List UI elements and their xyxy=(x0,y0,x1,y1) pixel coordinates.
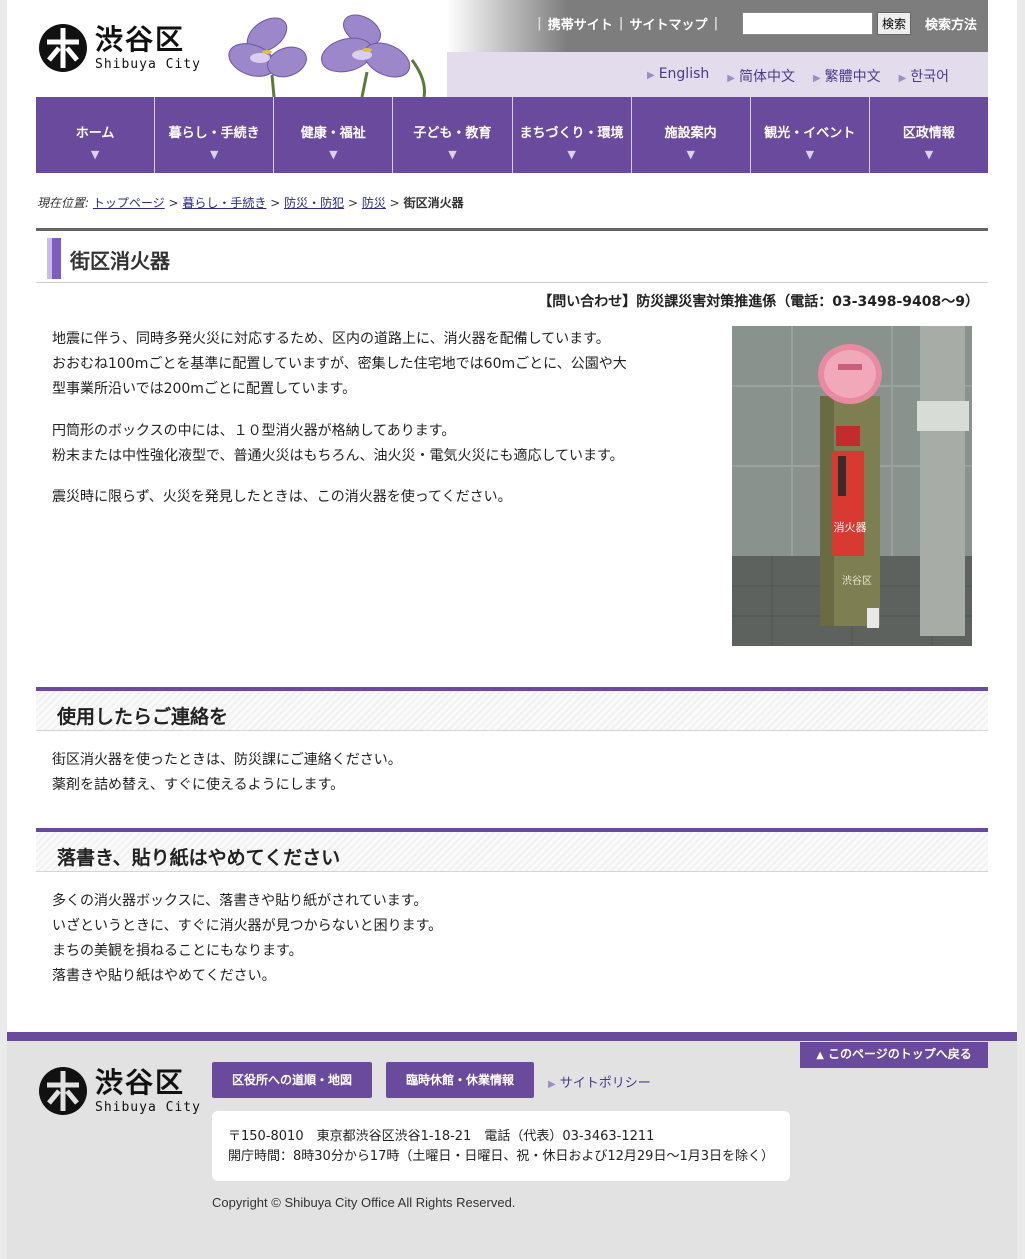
chevron-down-icon: ▼ xyxy=(448,148,457,161)
chevron-down-icon: ▼ xyxy=(209,148,219,161)
page-title: 街区消火器 xyxy=(70,249,170,273)
breadcrumb-living[interactable]: 暮らし・手続き xyxy=(182,196,266,210)
office-hours: 開庁時間：8時30分から17時（土曜日・日曜日、祝・休日および12月29日～1月… xyxy=(228,1149,774,1164)
global-nav: ホーム ▼ 暮らし・手続き ▼ 健康・福祉 ▼ 子ども・教育 ▼ まちづくり・環境 ▼ 施… xyxy=(36,97,988,173)
copyright: Copyright © Shibuya City Office All Righ… xyxy=(212,1195,516,1210)
closure-info-button[interactable]: 臨時休館・休業情報 xyxy=(386,1062,534,1098)
footer-logo-english: Shibuya City xyxy=(95,1099,201,1115)
back-to-top-button[interactable]: ▲ このページのトップへ戻る xyxy=(800,1042,988,1068)
sitemap-link[interactable]: サイトマップ xyxy=(630,14,708,33)
nav-health[interactable]: 健康・福祉 ▼ xyxy=(274,97,394,173)
triangle-right-icon: ▶ xyxy=(812,73,821,84)
triangle-up-icon: ▲ xyxy=(816,1050,824,1061)
nav-living[interactable]: 暮らし・手続き ▼ xyxy=(155,97,275,173)
triangle-right-icon: ▶ xyxy=(647,70,655,81)
breadcrumb-disaster[interactable]: 防災 xyxy=(362,196,386,210)
search-help-link[interactable]: 検索方法 xyxy=(925,14,977,33)
triangle-right-icon: ▶ xyxy=(548,1079,556,1090)
chevron-down-icon: ▼ xyxy=(90,148,100,161)
language-links: ▶ English ▶ 简体中文 ▶ 繁體中文 ▶ 한국어 xyxy=(647,66,967,86)
directions-map-button[interactable]: 区役所への道順・地図 xyxy=(212,1062,372,1098)
nav-tourism[interactable]: 観光・イベント ▼ xyxy=(751,97,870,173)
logo-japanese: 渋谷区 xyxy=(95,22,186,56)
nav-home[interactable]: ホーム ▼ xyxy=(36,97,156,173)
chevron-down-icon: ▼ xyxy=(567,148,576,161)
chevron-down-icon: ▼ xyxy=(686,148,695,161)
nav-children[interactable]: 子ども・教育 ▼ xyxy=(393,97,513,173)
section-body-graffiti: 多くの消火器ボックスに、落書きや貼り紙がされています。 いざというときに、すぐに… xyxy=(52,893,443,984)
lang-english[interactable]: ▶ English xyxy=(647,66,709,86)
breadcrumb-safety[interactable]: 防災・防犯 xyxy=(284,196,344,210)
content-wrapper: 渋谷区 Shibuya City | 携帯サイト | サイトマップ | 検索 検… xyxy=(7,0,1017,1032)
breadcrumb: 現在位置: トップページ > 暮らし・手続き > 防災・防犯 > 防災 > 街区… xyxy=(37,196,464,210)
office-address: 〒150-8010 東京都渋谷区渋谷1-18-21 電話（代表）03-3463-… xyxy=(228,1129,655,1144)
lang-simplified-chinese[interactable]: ▶ 简体中文 xyxy=(727,66,795,86)
search-input[interactable] xyxy=(742,12,873,35)
intro-paragraph-1: 地震に伴う、同時多発火災に対応するため、区内の道路上に、消火器を配備しています。… xyxy=(52,331,627,397)
lang-korean[interactable]: ▶ 한국어 xyxy=(899,66,949,86)
chevron-down-icon: ▼ xyxy=(805,148,815,161)
footer-top-bar xyxy=(7,1032,1017,1041)
triangle-right-icon: ▶ xyxy=(727,73,735,84)
nav-administration[interactable]: 区政情報 ▼ xyxy=(870,97,988,173)
lang-traditional-chinese[interactable]: ▶ 繁體中文 xyxy=(813,66,881,86)
utility-links: | 携帯サイト | サイトマップ | xyxy=(537,14,719,33)
section-heading-contact: 使用したらご連絡を xyxy=(36,687,988,731)
contact-info: 【問い合わせ】防災課災害対策推進係（電話：03-3498-9408～9） xyxy=(538,294,979,310)
chevron-down-icon: ▼ xyxy=(924,148,934,161)
site-logo[interactable]: 渋谷区 Shibuya City xyxy=(37,20,201,76)
page: 渋谷区 Shibuya City | 携帯サイト | サイトマップ | 検索 検… xyxy=(0,0,1025,1259)
iris-flowers-image xyxy=(228,14,426,97)
logo-english: Shibuya City xyxy=(95,56,201,72)
nav-facilities[interactable]: 施設案内 ▼ xyxy=(632,97,751,173)
nav-town-planning[interactable]: まちづくり・環境 ▼ xyxy=(513,97,632,173)
footer-logo[interactable]: 渋谷区 Shibuya City xyxy=(37,1063,201,1119)
site-policy-link[interactable]: ▶ サイトポリシー xyxy=(548,1072,651,1091)
ward-mark-label: 渋谷区 xyxy=(842,574,872,587)
page-title-bar: 街区消火器 xyxy=(36,228,988,283)
breadcrumb-top[interactable]: トップページ xyxy=(93,196,165,210)
section-title: 落書き、貼り紙はやめてください xyxy=(57,847,341,869)
office-address-box: 〒150-8010 東京都渋谷区渋谷1-18-21 電話（代表）03-3463-… xyxy=(212,1111,790,1181)
section-heading-graffiti: 落書き、貼り紙はやめてください xyxy=(36,828,988,872)
fire-extinguisher-photo: 消火器 渋谷区 xyxy=(732,326,972,646)
chevron-down-icon: ▼ xyxy=(329,148,338,161)
section-body-contact: 街区消火器を使ったときは、防災課にご連絡ください。 薬剤を詰め替え、すぐに使える… xyxy=(52,752,402,793)
intro-paragraph-2: 円筒形のボックスの中には、１０型消火器が格納してあります。 粉末または中性強化液… xyxy=(52,423,624,464)
mobile-site-link[interactable]: 携帯サイト xyxy=(548,14,613,33)
triangle-right-icon: ▶ xyxy=(898,73,907,84)
search-button[interactable]: 検索 xyxy=(877,12,911,35)
footer-logo-japanese: 渋谷区 xyxy=(95,1065,186,1099)
breadcrumb-current: 街区消火器 xyxy=(403,196,464,210)
shibuya-emblem-icon xyxy=(39,24,87,72)
extinguisher-label: 消火器 xyxy=(834,520,867,534)
title-accent xyxy=(47,238,61,279)
section-title: 使用したらご連絡を xyxy=(57,706,229,728)
intro-paragraph-3: 震災時に限らず、火災を発見したときは、この消火器を使ってください。 xyxy=(52,489,512,505)
breadcrumb-label: 現在位置: xyxy=(37,196,90,210)
shibuya-emblem-icon xyxy=(39,1067,87,1115)
